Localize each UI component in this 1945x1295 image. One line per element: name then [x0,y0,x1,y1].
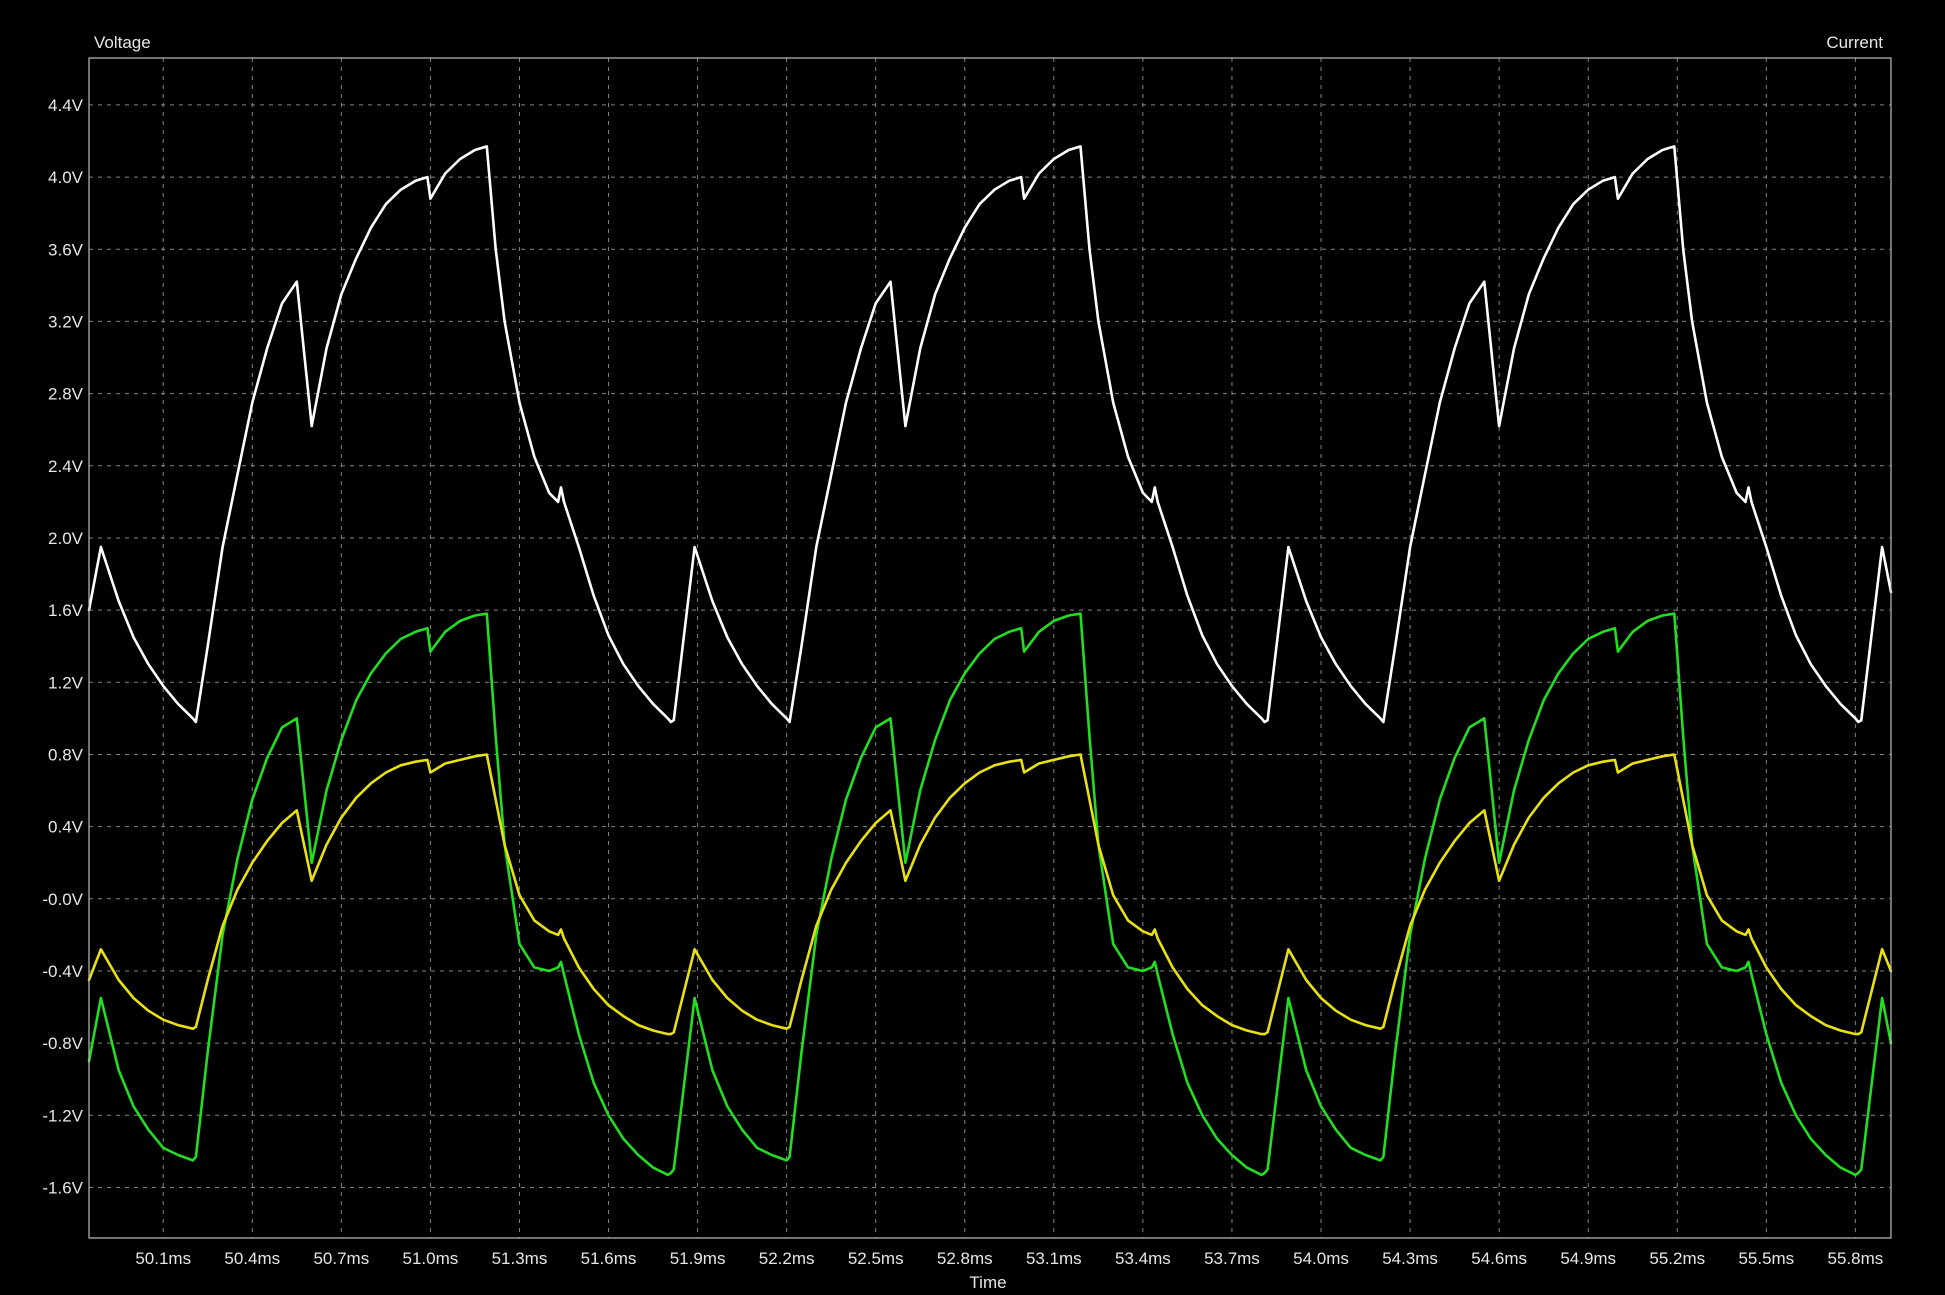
x-tick-label: 55.2ms [1649,1249,1705,1268]
y-tick-label: -0.0V [42,890,83,909]
x-tick-label: 50.1ms [135,1249,191,1268]
y-tick-label: 3.6V [48,240,84,259]
y-tick-label: 4.4V [48,96,84,115]
y-tick-label: 2.4V [48,457,84,476]
y-tick-label: 1.6V [48,601,84,620]
x-tick-label: 52.8ms [937,1249,993,1268]
x-tick-label: 51.3ms [492,1249,548,1268]
x-tick-label: 53.7ms [1204,1249,1260,1268]
x-tick-label: 51.6ms [581,1249,637,1268]
x-axis-label: Time [969,1273,1006,1292]
x-tick-label: 54.9ms [1560,1249,1616,1268]
y-tick-label: 4.0V [48,168,84,187]
x-tick-label: 53.4ms [1115,1249,1171,1268]
y-axis-label-left: Voltage [94,33,151,52]
x-tick-label: 53.1ms [1026,1249,1082,1268]
chart-background [0,0,1945,1295]
x-tick-label: 51.0ms [403,1249,459,1268]
x-tick-label: 54.3ms [1382,1249,1438,1268]
y-tick-label: 3.2V [48,312,84,331]
y-tick-label: -1.6V [42,1178,83,1197]
x-tick-label: 54.6ms [1471,1249,1527,1268]
x-tick-label: 52.2ms [759,1249,815,1268]
x-tick-label: 55.5ms [1738,1249,1794,1268]
x-tick-label: 54.0ms [1293,1249,1349,1268]
waveform-chart: 4.4V 4.0V 3.6V 3.2V 2.8V 2.4V 2.0V 1.6V 1.2V 0.8V… [0,0,1945,1295]
y-tick-label: -0.4V [42,962,83,981]
x-tick-label: 50.7ms [313,1249,369,1268]
x-tick-label: 51.9ms [670,1249,726,1268]
y-tick-label: 0.8V [48,745,84,764]
y-tick-label: 0.4V [48,818,84,837]
y-tick-label: 2.0V [48,529,84,548]
y-tick-label: -1.2V [42,1106,83,1125]
y-tick-label: -0.8V [42,1034,83,1053]
x-tick-label: 52.5ms [848,1249,904,1268]
x-tick-label: 50.4ms [224,1249,280,1268]
y-tick-label: 1.2V [48,673,84,692]
y-tick-label: 2.8V [48,385,84,404]
x-tick-label: 55.8ms [1828,1249,1884,1268]
y-axis-label-right: Current [1826,33,1883,52]
